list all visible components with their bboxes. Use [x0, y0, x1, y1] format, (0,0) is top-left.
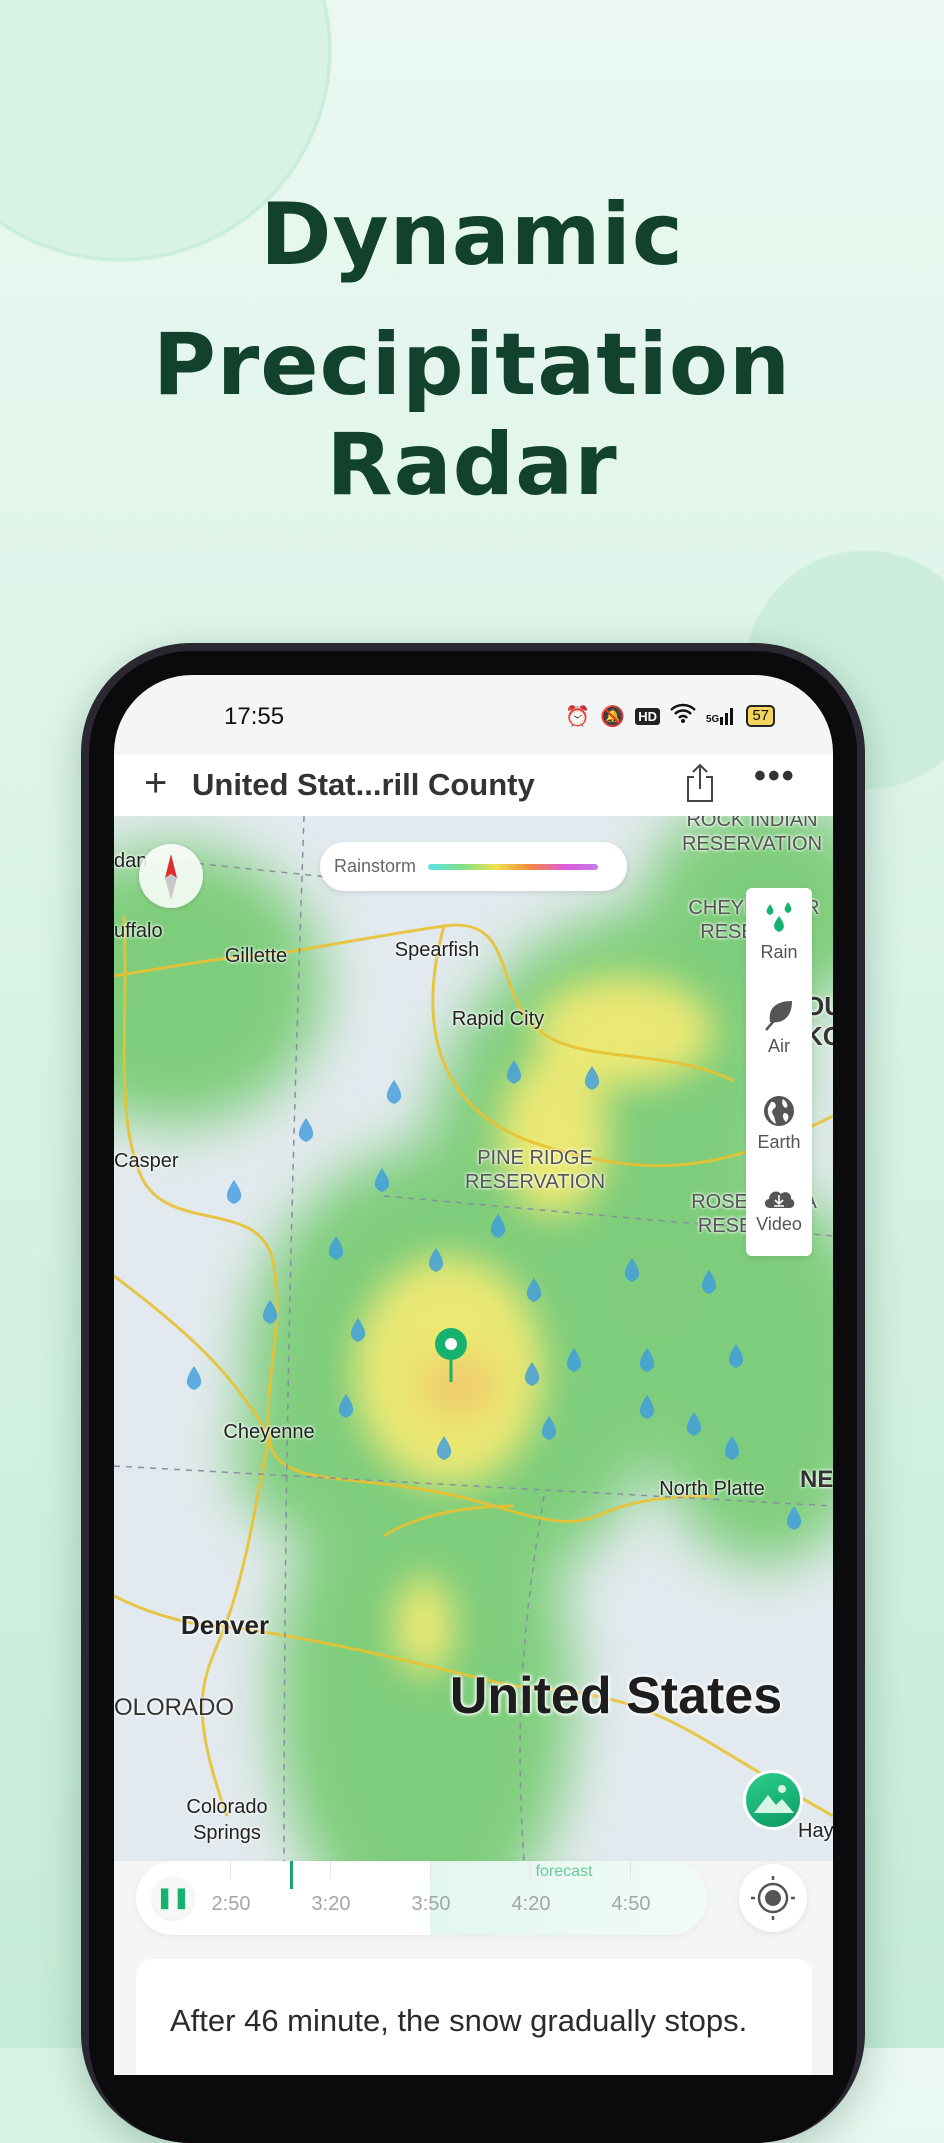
rain-drop-icon	[436, 1436, 452, 1460]
wifi-icon	[670, 703, 696, 729]
map-label-casper: Casper	[114, 1150, 179, 1172]
rain-drop-icon	[338, 1394, 354, 1418]
map-label-colorado: OLORADO	[114, 1694, 235, 1721]
map-label-rock-indian: ROCK INDIAN RESERVATION	[681, 816, 823, 855]
rain-drop-icon	[262, 1300, 278, 1324]
summary-text: After 46 minute, the snow gradually stop…	[170, 2003, 748, 2038]
app-header: + United Stat...rill County •••	[114, 755, 833, 816]
location-pin-icon[interactable]	[433, 1326, 469, 1386]
rain-drop-icon	[686, 1412, 702, 1436]
rain-drop-icon	[624, 1258, 640, 1282]
compass-icon	[165, 854, 177, 900]
rain-drop-icon	[490, 1214, 506, 1238]
share-icon[interactable]	[680, 761, 720, 805]
timeline-cursor[interactable]	[290, 1861, 293, 1889]
satellite-view-button[interactable]	[743, 1770, 803, 1830]
compass-button[interactable]	[139, 844, 203, 908]
rain-drop-icon	[639, 1348, 655, 1372]
rain-drop-icon	[786, 1506, 802, 1530]
status-bar: 17:55 ⏰ 🔕 HD 5G 57	[114, 675, 833, 755]
time-label: 4:50	[611, 1893, 651, 1915]
rain-drop-icon	[226, 1180, 242, 1204]
map-label-gillette: Gillette	[224, 945, 288, 967]
rain-drop-icon	[328, 1236, 344, 1260]
rain-drop-icon	[506, 1060, 522, 1084]
battery-indicator: 57	[746, 705, 775, 727]
rain-drop-icon	[428, 1248, 444, 1272]
alarm-icon: ⏰	[565, 705, 591, 728]
rain-drop-icon	[566, 1348, 582, 1372]
mute-icon: 🔕	[600, 705, 626, 728]
signal-icon: 5G	[706, 707, 736, 725]
rain-drop-icon	[639, 1395, 655, 1419]
time-label: 2:50	[211, 1893, 251, 1915]
locate-button[interactable]	[739, 1864, 807, 1932]
map-label-pine-ridge: PINE RIDGE RESERVATION	[464, 1147, 606, 1193]
headline-line-1: Dynamic	[260, 185, 684, 285]
map-label-nebraska: NE	[800, 1466, 833, 1493]
legend-gradient	[428, 863, 599, 870]
menu-item-video[interactable]: Video	[746, 1184, 812, 1235]
status-time: 17:55	[224, 703, 285, 730]
rain-drop-icon	[524, 1362, 540, 1386]
radar-map[interactable]: dan uffalo Gillette Spearfish Rapid City…	[114, 816, 833, 1861]
rain-drop-icon	[526, 1278, 542, 1302]
rain-drops-icon	[766, 902, 792, 932]
hd-icon: HD	[635, 707, 660, 725]
time-label: 3:50	[411, 1893, 451, 1915]
menu-item-rain[interactable]: Rain	[746, 902, 812, 963]
rain-drop-icon	[386, 1080, 402, 1104]
map-label-spearfish: Spearfish	[394, 939, 480, 961]
menu-item-air[interactable]: Air	[746, 998, 812, 1057]
map-label-hays: Hay	[798, 1820, 833, 1842]
map-label-colorado-springs: Colorado Springs	[186, 1796, 268, 1844]
menu-item-earth[interactable]: Earth	[746, 1094, 812, 1153]
location-title[interactable]: United Stat...rill County	[192, 767, 535, 803]
rain-drop-icon	[728, 1344, 744, 1368]
rain-drop-icon	[298, 1118, 314, 1142]
mountain-icon	[754, 1785, 794, 1813]
rain-drop-icon	[186, 1366, 202, 1390]
map-label-country: United States	[449, 1667, 783, 1725]
pause-icon: ❚❚	[156, 1887, 190, 1909]
time-label: 3:20	[311, 1893, 351, 1915]
radar-timeline[interactable]: forecast ❚❚ 2:50 3:20 3:50 4:20 4:50	[136, 1861, 707, 1935]
rain-drop-icon	[541, 1416, 557, 1440]
leaf-icon	[765, 1001, 792, 1031]
plus-icon[interactable]: +	[144, 763, 167, 803]
forecast-label: forecast	[535, 1863, 593, 1880]
map-label-cheyenne: Cheyenne	[223, 1421, 315, 1443]
legend-label: Rainstorm	[334, 856, 417, 876]
headline-line-2: Precipitation Radar	[152, 315, 792, 515]
rain-drop-icon	[584, 1066, 600, 1090]
rain-drop-icon	[374, 1168, 390, 1192]
more-icon[interactable]: •••	[754, 757, 796, 796]
map-label-denver: Denver	[180, 1610, 270, 1640]
pause-button[interactable]: ❚❚	[152, 1877, 194, 1919]
precipitation-summary-card: After 46 minute, the snow gradually stop…	[136, 1959, 812, 2075]
layer-menu: Rain Air Earth Video	[746, 888, 812, 1256]
map-label-rapid-city: Rapid City	[451, 1008, 545, 1030]
precipitation-legend: Rainstorm	[320, 842, 627, 891]
map-label-north-platte: North Platte	[659, 1478, 765, 1500]
phone-screen: 17:55 ⏰ 🔕 HD 5G 57 + United Stat...rill …	[114, 675, 833, 2075]
rain-drop-icon	[724, 1436, 740, 1460]
map-label-buffalo: uffalo	[114, 920, 163, 942]
crosshair-icon	[751, 1876, 795, 1920]
cloud-download-icon	[764, 1191, 795, 1208]
time-label: 4:20	[511, 1893, 551, 1915]
globe-icon	[764, 1096, 794, 1126]
rain-drop-icon	[350, 1318, 366, 1342]
rain-drop-icon	[701, 1270, 717, 1294]
